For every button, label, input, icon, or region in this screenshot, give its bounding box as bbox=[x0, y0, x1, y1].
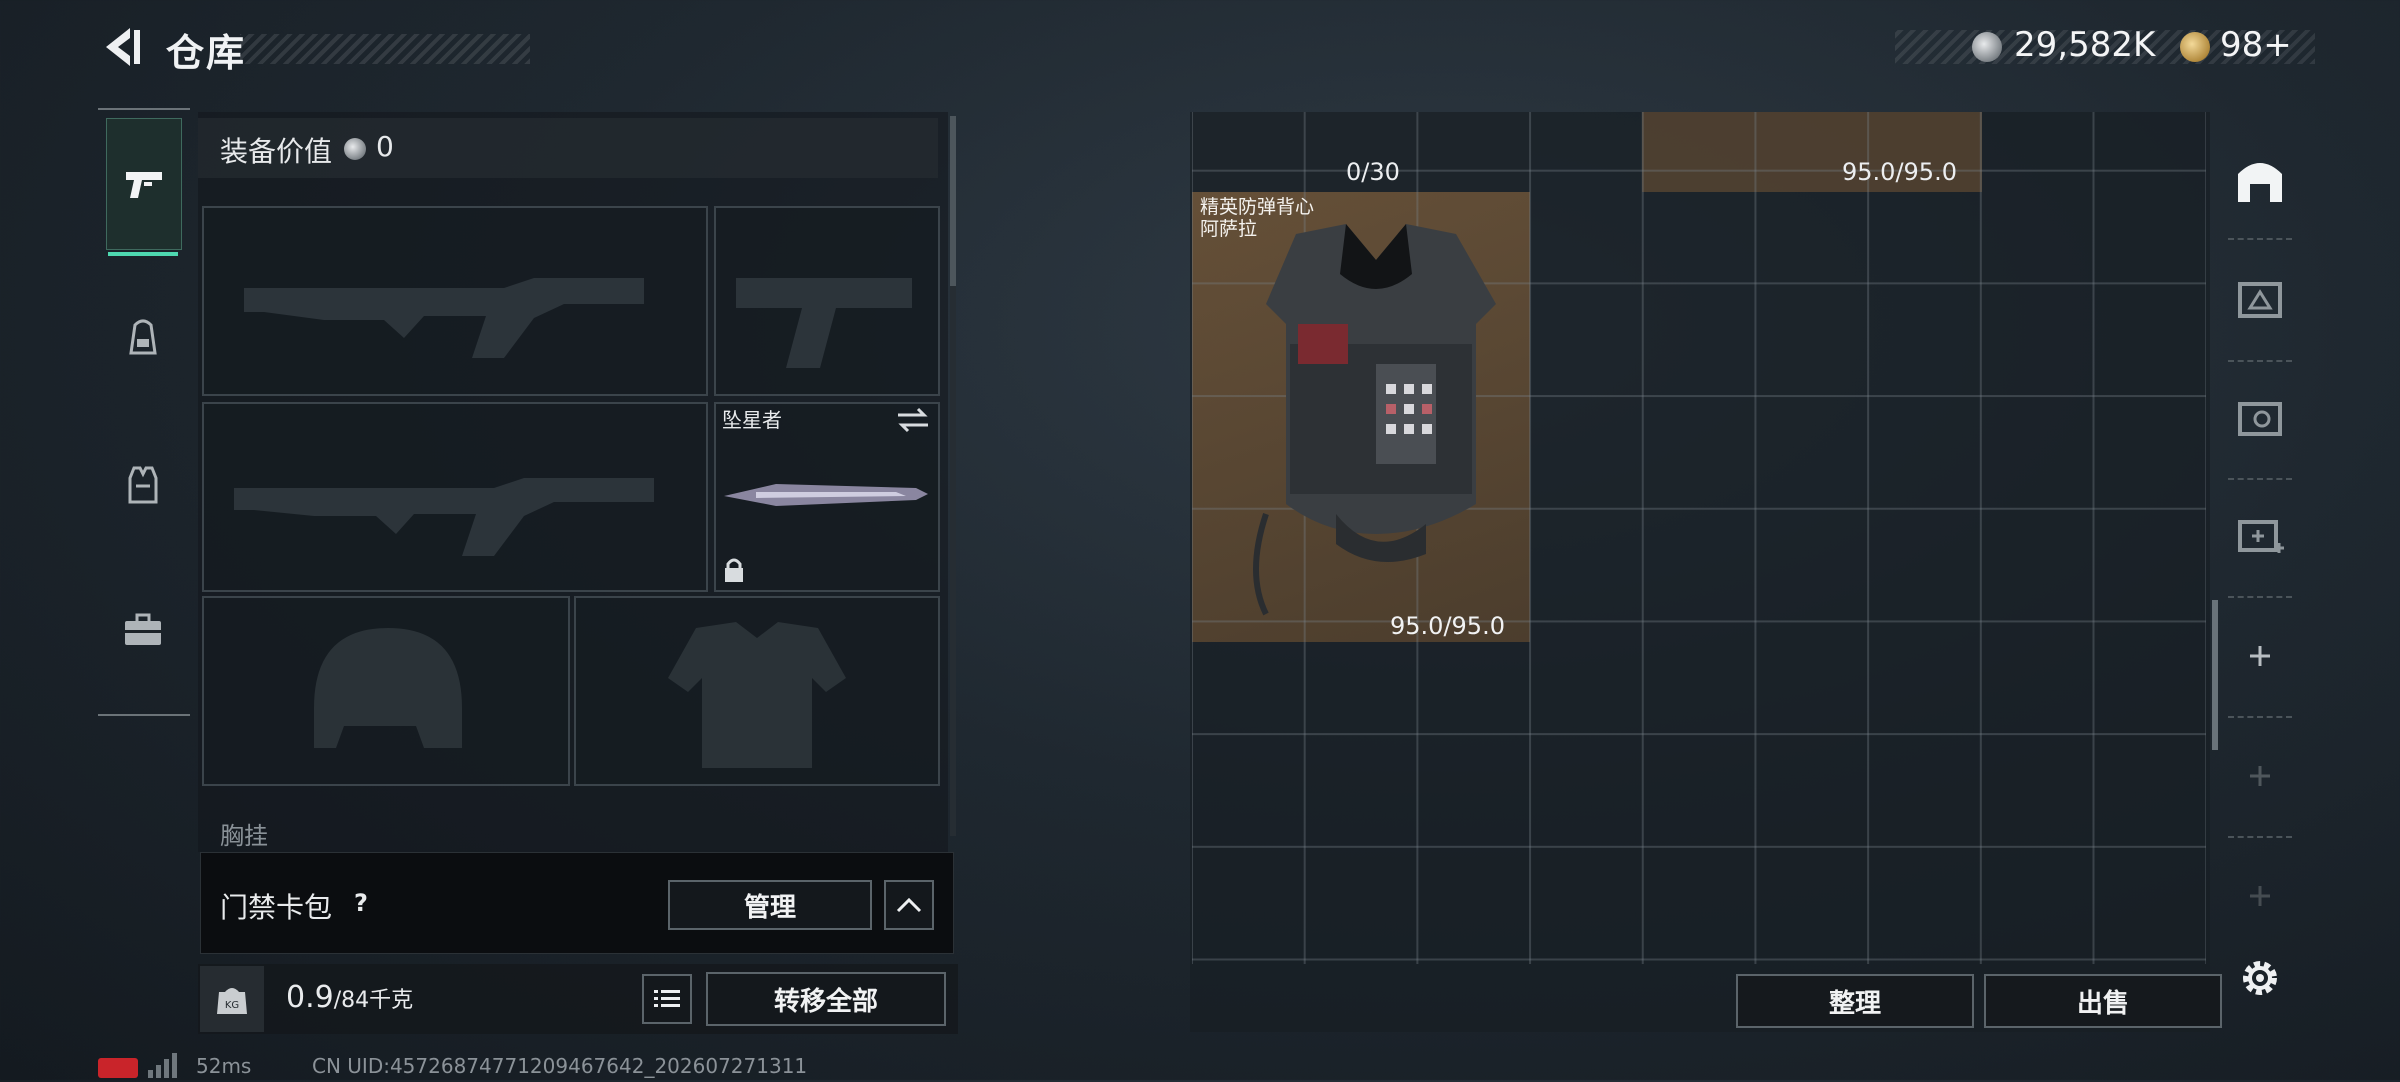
swap-icon[interactable] bbox=[896, 406, 930, 434]
equipment-value: 0 bbox=[376, 130, 394, 163]
tab-storage-2[interactable] bbox=[2224, 248, 2296, 348]
chevron-up-icon bbox=[896, 897, 922, 913]
list-view-button[interactable] bbox=[642, 974, 692, 1024]
nav-armor[interactable] bbox=[106, 420, 180, 550]
plus-icon bbox=[2250, 646, 2270, 666]
help-icon[interactable]: ? bbox=[344, 886, 378, 920]
manage-button[interactable]: 管理 bbox=[668, 880, 872, 930]
settings-gear-icon[interactable] bbox=[2236, 954, 2284, 1002]
nav-weapons[interactable] bbox=[106, 118, 182, 250]
svg-text:KG: KG bbox=[225, 1000, 239, 1011]
equipment-scrollbar[interactable] bbox=[950, 116, 956, 286]
add-tab-button-disabled bbox=[2224, 726, 2296, 826]
melee-item-name: 坠星者 bbox=[722, 408, 782, 432]
safe-box-icon bbox=[2238, 402, 2282, 436]
title-decoration bbox=[240, 34, 530, 64]
signal-icon bbox=[146, 1052, 182, 1078]
armor-silhouette-icon bbox=[668, 622, 846, 768]
money-amount: 29,582K bbox=[2014, 25, 2156, 65]
nav-backpack[interactable] bbox=[106, 272, 180, 402]
vest-item-name: 精英防弹背心 阿萨拉 bbox=[1200, 196, 1314, 240]
divider bbox=[2228, 360, 2292, 362]
vest-name-line2: 阿萨拉 bbox=[1200, 218, 1258, 240]
pistol-icon bbox=[126, 172, 162, 198]
backpack-icon bbox=[129, 319, 157, 355]
helmet-slot[interactable] bbox=[202, 596, 570, 786]
ticket-amount[interactable]: 98+ bbox=[2220, 25, 2292, 65]
item-durability: 0/30 bbox=[1346, 158, 1400, 186]
weight-kg-icon: KG bbox=[217, 988, 247, 1014]
gold-ticket-icon bbox=[2180, 32, 2210, 62]
item-durability: 95.0/95.0 bbox=[1390, 612, 1505, 640]
nav-selected-indicator bbox=[108, 252, 178, 256]
tab-storage-home[interactable] bbox=[2224, 130, 2296, 230]
lock-icon bbox=[722, 556, 746, 584]
keycard-label: 门禁卡包 bbox=[220, 891, 333, 924]
silver-coin-icon bbox=[344, 138, 366, 160]
primary-weapon-slot-1[interactable] bbox=[202, 206, 708, 396]
divider bbox=[2228, 716, 2292, 718]
silver-coin-icon bbox=[1972, 32, 2002, 62]
plus-icon bbox=[2250, 886, 2270, 906]
add-storage-icon bbox=[2238, 520, 2284, 553]
nav-case[interactable] bbox=[106, 565, 180, 695]
supply-box-icon bbox=[2238, 282, 2282, 318]
warehouse-icon bbox=[2238, 163, 2282, 202]
divider bbox=[2228, 596, 2292, 598]
user-uid: CN UID:4572687477120946764​2_20260727131… bbox=[312, 1054, 808, 1078]
pistol-silhouette-icon bbox=[736, 278, 912, 368]
divider bbox=[2228, 478, 2292, 480]
weight-current: 0.9 bbox=[286, 980, 334, 1015]
collapse-button[interactable] bbox=[884, 880, 934, 930]
rifle-silhouette-icon bbox=[234, 478, 654, 556]
tab-storage-4[interactable] bbox=[2224, 486, 2296, 586]
armor-slot[interactable] bbox=[574, 596, 940, 786]
back-button[interactable] bbox=[98, 22, 148, 72]
back-arrow-icon bbox=[106, 28, 140, 66]
weight-readout: 0.9/84千克 bbox=[286, 980, 413, 1015]
divider bbox=[2228, 836, 2292, 838]
item-durability: 95.0/95.0 bbox=[1842, 158, 1957, 186]
vest-icon bbox=[128, 466, 158, 504]
equipment-value-label: 装备价值 bbox=[220, 135, 333, 168]
armor-vest-image bbox=[1253, 224, 1496, 616]
add-tab-button[interactable] bbox=[2224, 606, 2296, 706]
vest-name-line1: 精英防弹背心 bbox=[1200, 196, 1315, 218]
rifle-silhouette-icon bbox=[244, 278, 644, 358]
ping-readout: 52ms bbox=[196, 1054, 252, 1078]
battery-icon bbox=[98, 1058, 138, 1078]
weight-max: /84千克 bbox=[333, 988, 414, 1013]
divider bbox=[2228, 238, 2292, 240]
list-icon bbox=[654, 990, 680, 1007]
pistol-slot[interactable] bbox=[714, 206, 940, 396]
briefcase-icon bbox=[125, 613, 161, 645]
helmet-silhouette-icon bbox=[314, 628, 462, 748]
plus-icon bbox=[2250, 766, 2270, 786]
chest-rig-section-label: 胸挂 bbox=[220, 822, 268, 850]
sell-button[interactable]: 出售 bbox=[1984, 974, 2222, 1028]
tab-storage-3[interactable] bbox=[2224, 368, 2296, 468]
primary-weapon-slot-2[interactable] bbox=[202, 402, 708, 592]
page-title: 仓库 bbox=[166, 31, 247, 75]
add-tab-button-disabled bbox=[2224, 846, 2296, 946]
weight-badge: KG bbox=[200, 966, 264, 1032]
storage-scrollbar[interactable] bbox=[2212, 600, 2218, 750]
transfer-all-button[interactable]: 转移全部 bbox=[706, 972, 946, 1026]
sort-button[interactable]: 整理 bbox=[1736, 974, 1974, 1028]
